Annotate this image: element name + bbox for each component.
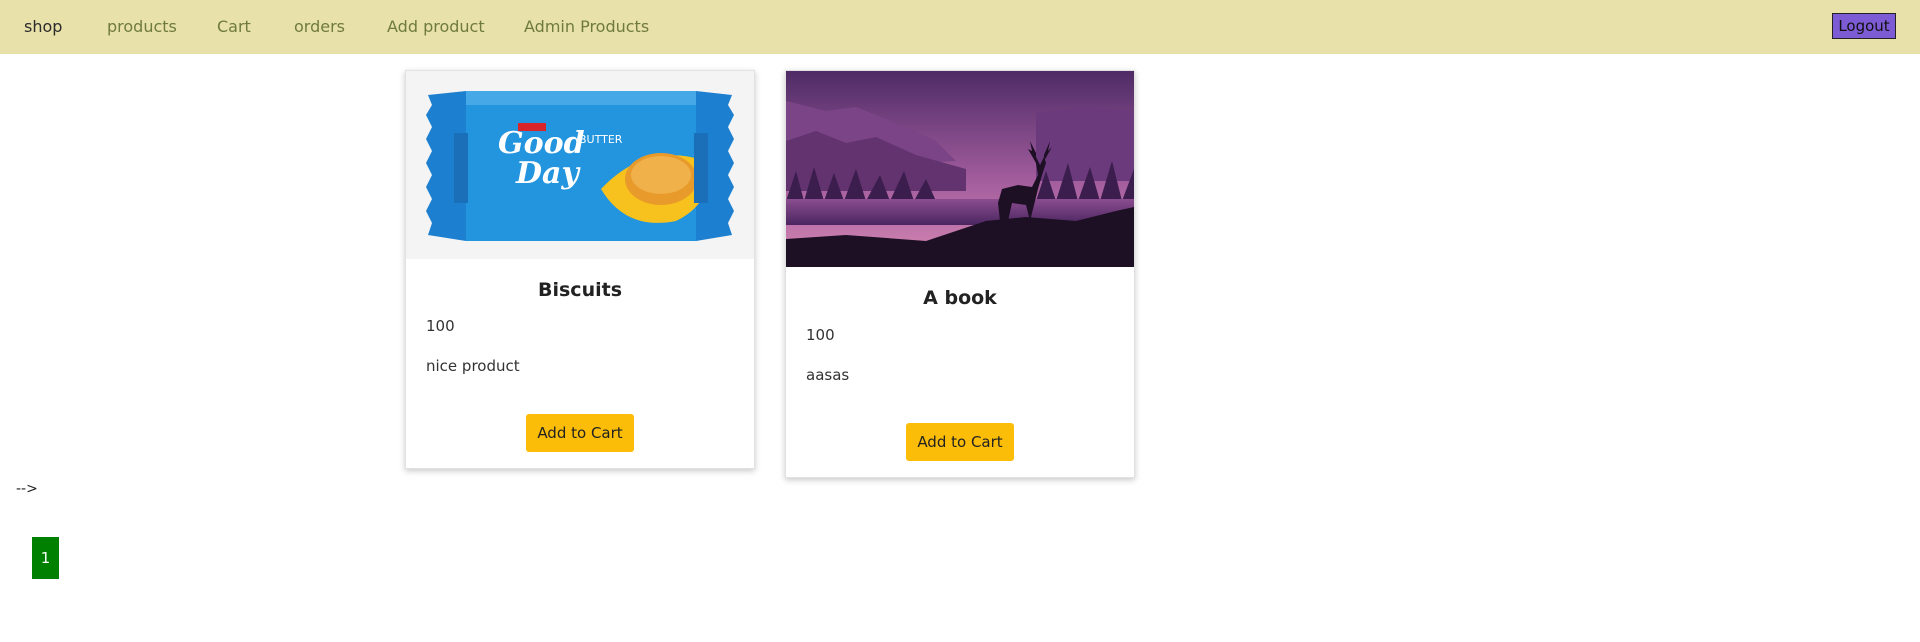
pagination-page-1[interactable]: 1 <box>32 537 59 579</box>
add-to-cart-button[interactable]: Add to Cart <box>526 414 634 452</box>
nav-link-admin-products[interactable]: Admin Products <box>524 17 649 37</box>
stray-comment-text: --> <box>16 481 38 497</box>
product-title: A book <box>923 287 997 309</box>
product-description: aasas <box>806 366 850 384</box>
biscuit-package-image: Good Day BUTTER <box>406 71 754 259</box>
product-price: 100 <box>806 326 835 344</box>
svg-text:Day: Day <box>515 156 581 191</box>
product-card: Good Day BUTTER Biscuits 100 nice produc… <box>405 70 755 469</box>
nav-link-cart[interactable]: Cart <box>217 17 251 37</box>
nav-link-products[interactable]: products <box>107 17 177 37</box>
nav-link-add-product[interactable]: Add product <box>387 17 485 37</box>
add-to-cart-button[interactable]: Add to Cart <box>906 423 1014 461</box>
product-description: nice product <box>426 357 520 375</box>
product-card: A book 100 aasas Add to Cart <box>785 70 1135 478</box>
logout-button[interactable]: Logout <box>1832 13 1896 39</box>
product-title: Biscuits <box>538 279 622 301</box>
nav-link-orders[interactable]: orders <box>294 17 345 37</box>
deer-landscape-image <box>786 71 1134 267</box>
product-price: 100 <box>426 317 455 335</box>
top-navbar: shop products Cart orders Add product Ad… <box>0 0 1920 54</box>
nav-link-shop[interactable]: shop <box>24 17 62 37</box>
svg-text:BUTTER: BUTTER <box>579 133 623 146</box>
